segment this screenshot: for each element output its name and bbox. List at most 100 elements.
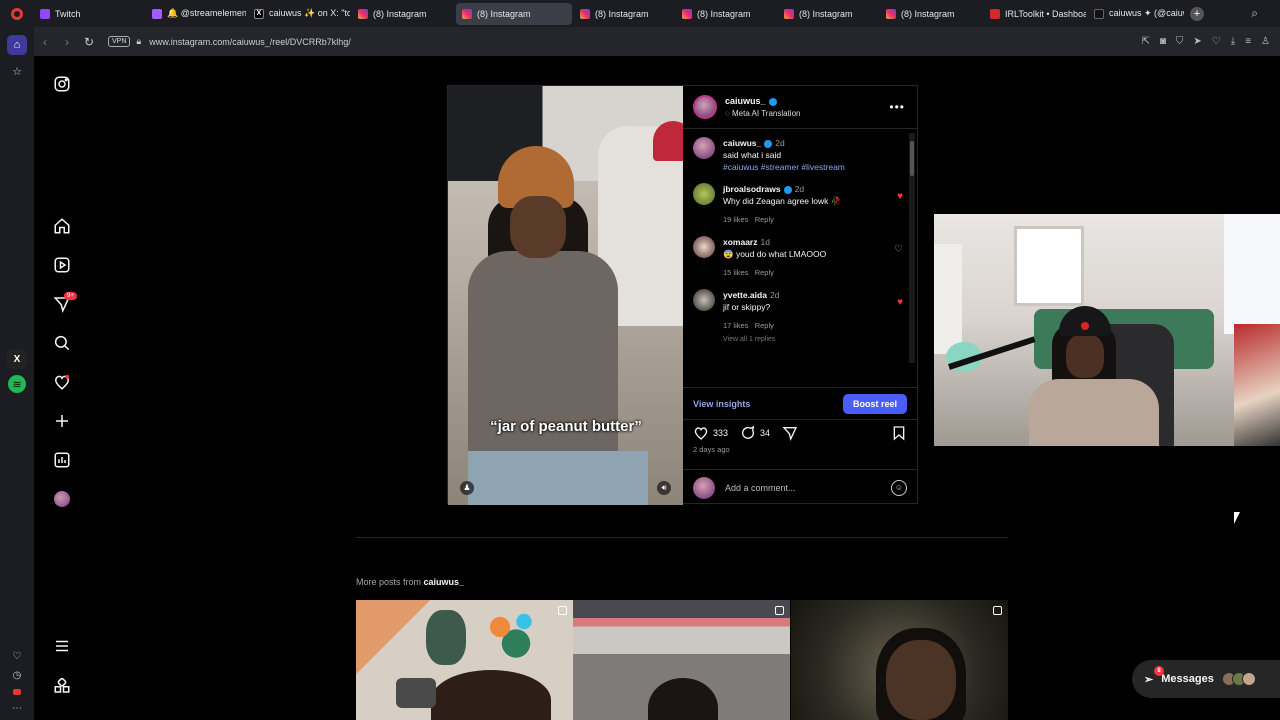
- also-from-meta-icon[interactable]: [52, 676, 72, 696]
- browser-home-icon[interactable]: ⌂: [7, 35, 27, 55]
- like-count[interactable]: 333: [713, 428, 728, 438]
- lock-icon[interactable]: 🔒︎: [136, 36, 141, 47]
- view-replies-link[interactable]: View all 1 replies: [723, 336, 907, 343]
- reels-icon[interactable]: [52, 255, 72, 275]
- more-posts-user[interactable]: caiuwus_: [424, 577, 465, 587]
- reload-icon[interactable]: ↻: [78, 35, 100, 49]
- tab-search-icon[interactable]: ⌕: [1251, 6, 1258, 21]
- more-post-thumbnail[interactable]: [791, 600, 1008, 720]
- home-icon[interactable]: [52, 216, 72, 236]
- scrollbar-thumb[interactable]: [910, 141, 914, 176]
- search-icon[interactable]: [52, 333, 72, 353]
- tab-instagram-5[interactable]: (8) Instagram: [778, 3, 878, 25]
- tab-streamelements[interactable]: 🔔 @streamelements: [146, 3, 246, 25]
- share-send-icon[interactable]: [782, 425, 798, 441]
- back-icon[interactable]: ‹: [34, 35, 56, 49]
- tab-tiktok[interactable]: caiuwus ✦ (@caiuwus: [1088, 3, 1184, 25]
- comment-likes[interactable]: 15 likes: [723, 268, 748, 277]
- comment-like-heart-icon[interactable]: ♥: [897, 191, 903, 202]
- save-bookmark-icon[interactable]: [891, 425, 907, 441]
- menu-icon[interactable]: ≡: [1245, 36, 1251, 47]
- url-field[interactable]: www.instagram.com/caiuwus_/reel/DVCRRb7k…: [149, 37, 351, 47]
- new-tab-plus-icon[interactable]: +: [1190, 6, 1204, 21]
- comment-text: jif or skippy?: [723, 302, 771, 312]
- messages-button[interactable]: ➢ 8 Messages: [1132, 660, 1280, 698]
- comment-likes[interactable]: 19 likes: [723, 215, 748, 224]
- download-icon[interactable]: ⤓: [1231, 36, 1235, 47]
- mute-icon[interactable]: 🔊︎: [657, 481, 671, 495]
- tab-instagram-4[interactable]: (8) Instagram: [676, 3, 776, 25]
- profile-icon[interactable]: ♙: [1261, 36, 1270, 47]
- tab-twitch[interactable]: Twitch: [34, 3, 144, 25]
- browser-star-icon[interactable]: ☆: [7, 61, 27, 81]
- comment-username[interactable]: yvette.aida: [723, 290, 767, 300]
- tab-instagram-active[interactable]: (8) Instagram: [456, 2, 572, 25]
- reply-button[interactable]: Reply: [755, 215, 774, 224]
- comment-time: 2d: [794, 184, 805, 194]
- dashboard-icon[interactable]: [52, 450, 72, 470]
- sidebar-spotify-icon[interactable]: ≋: [8, 375, 26, 393]
- forward-icon[interactable]: ›: [56, 35, 78, 49]
- comment-avatar[interactable]: [693, 289, 715, 311]
- comment-body: jbroalsodraws 2d Why did Zeagan agree low…: [723, 183, 907, 226]
- sidebar-record-icon[interactable]: [13, 689, 21, 695]
- translation-label[interactable]: ◌ Meta AI Translation: [725, 109, 800, 118]
- author-avatar[interactable]: [693, 95, 717, 119]
- camera-icon[interactable]: ◙: [1160, 36, 1166, 47]
- send-icon[interactable]: ➤: [1193, 36, 1201, 47]
- tab-instagram-1[interactable]: (8) Instagram: [352, 3, 454, 25]
- reply-button[interactable]: Reply: [755, 268, 774, 277]
- comment-username[interactable]: caiuwus_: [723, 138, 761, 148]
- tab-irltoolkit[interactable]: IRLToolkit • Dashboard: [984, 3, 1086, 25]
- comment-like-heart-icon[interactable]: ♥: [897, 297, 903, 308]
- like-heart-icon[interactable]: [693, 425, 709, 441]
- tab-instagram-3[interactable]: (8) Instagram: [574, 3, 674, 25]
- avatar: [1241, 672, 1256, 686]
- more-options-icon[interactable]: •••: [889, 100, 905, 114]
- comment-body: xomaarz 1d 😨 youd do what LMAOOO 15 likes…: [723, 236, 907, 279]
- create-plus-icon[interactable]: [52, 411, 72, 431]
- bookmark-heart-icon[interactable]: ♡: [1212, 36, 1221, 47]
- more-post-thumbnail[interactable]: [356, 600, 573, 720]
- tab-label: Twitch: [55, 8, 81, 19]
- tagged-people-icon[interactable]: ♟: [460, 481, 474, 495]
- more-menu-icon[interactable]: [52, 636, 72, 656]
- comment-avatar[interactable]: [693, 183, 715, 205]
- shield-icon[interactable]: ⛉: [1176, 36, 1184, 47]
- comment-username[interactable]: xomaarz: [723, 237, 758, 247]
- notifications-heart-icon[interactable]: [52, 372, 72, 392]
- comment-count[interactable]: 34: [760, 428, 770, 438]
- comment-item: yvette.aida 2d jif or skippy? 17 likes Re…: [693, 289, 907, 332]
- tab-instagram-6[interactable]: (8) Instagram: [880, 3, 982, 25]
- view-insights-link[interactable]: View insights: [693, 399, 750, 409]
- reel-video[interactable]: “jar of peanut butter” ♟ 🔊︎: [448, 86, 683, 505]
- sidebar-more-icon[interactable]: ⋯: [12, 703, 22, 714]
- profile-avatar[interactable]: [52, 489, 72, 509]
- post-date: 2 days ago: [693, 445, 730, 454]
- opera-logo-icon[interactable]: [0, 0, 34, 27]
- instagram-logo-icon[interactable]: [52, 74, 72, 94]
- emoji-picker-icon[interactable]: ☺: [891, 479, 907, 496]
- add-comment-input[interactable]: [725, 482, 891, 493]
- streamelements-icon: [152, 8, 162, 19]
- comment-avatar[interactable]: [693, 236, 715, 258]
- vpn-badge[interactable]: VPN: [108, 36, 131, 47]
- comments-scrollbar[interactable]: [909, 133, 915, 363]
- share-icon[interactable]: ⇱: [1141, 36, 1149, 47]
- more-post-thumbnail[interactable]: [573, 600, 790, 720]
- comment-bubble-icon[interactable]: [740, 425, 756, 441]
- comment-avatar[interactable]: [693, 137, 715, 159]
- comment-likes[interactable]: 17 likes: [723, 321, 748, 330]
- sidebar-x-app-icon[interactable]: X: [7, 349, 27, 369]
- comment-like-heart-icon[interactable]: ♡: [894, 244, 903, 255]
- sidebar-heart-icon[interactable]: ♡: [13, 651, 22, 662]
- insights-row: View insights Boost reel: [683, 387, 917, 419]
- tab-x[interactable]: Xcaiuwus ✨ on X: "toc: [248, 3, 350, 25]
- sidebar-history-icon[interactable]: ◷: [13, 670, 22, 681]
- comment-username[interactable]: jbroalsodraws: [723, 184, 781, 194]
- reply-button[interactable]: Reply: [755, 321, 774, 330]
- comment-hashtags[interactable]: #caiuwus #streamer #livestream: [723, 162, 845, 172]
- address-bar: ‹ › ↻ VPN 🔒︎ www.instagram.com/caiuwus_/…: [34, 27, 1280, 56]
- author-username[interactable]: caiuwus_: [725, 96, 766, 106]
- boost-reel-button[interactable]: Boost reel: [842, 393, 907, 414]
